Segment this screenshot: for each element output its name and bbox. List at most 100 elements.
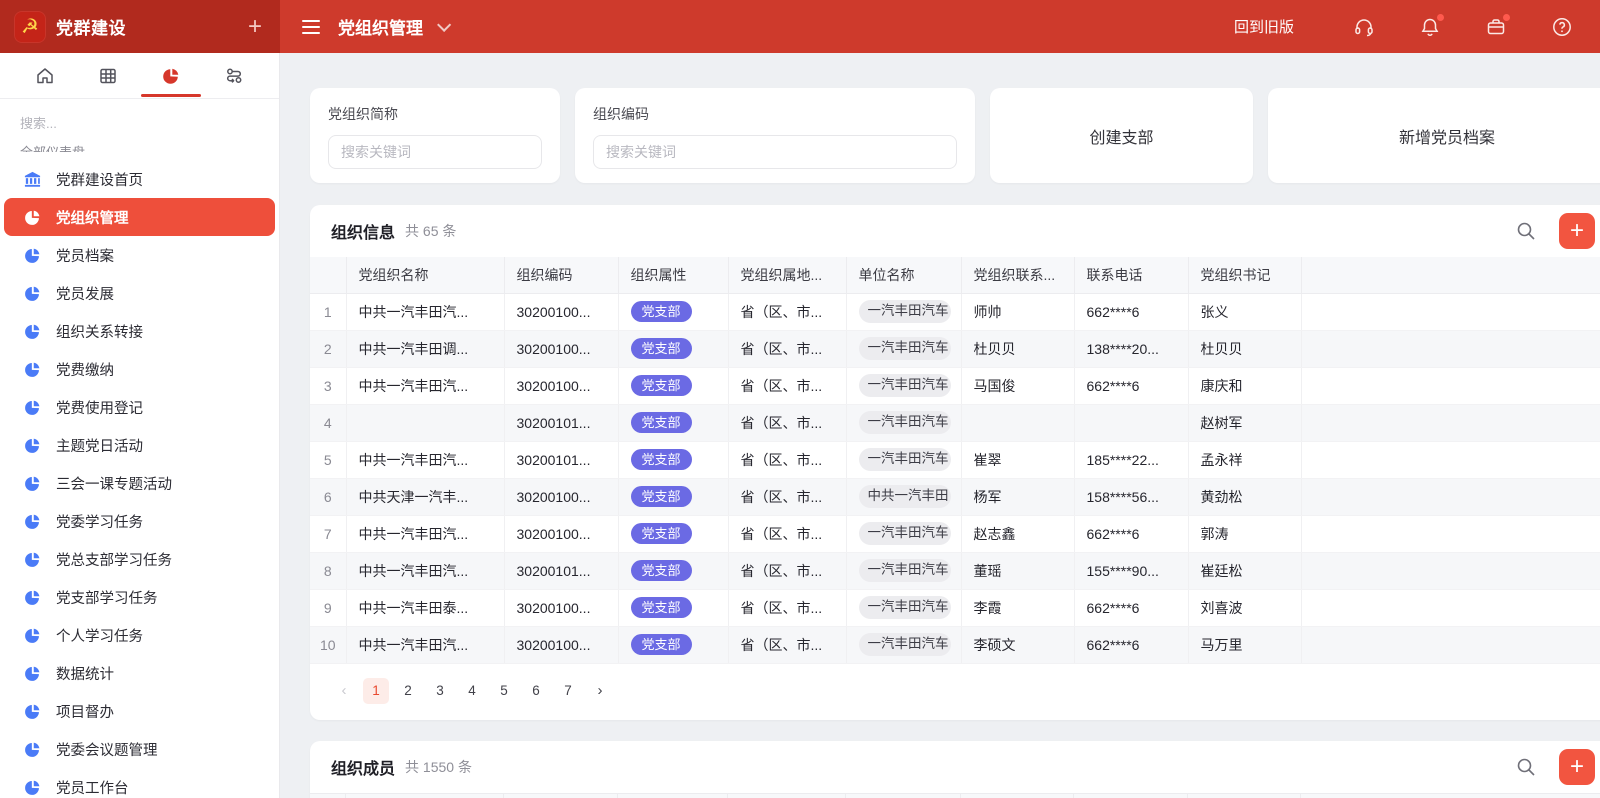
sidebar-item[interactable]: 党员档案 [4,236,275,274]
add-member-archive-button[interactable]: 新增党员档案 [1268,88,1600,183]
page-button[interactable]: 5 [491,678,517,704]
cell-org-region: 省（区、市... [728,478,846,515]
column-header-partial [961,794,1074,798]
table-row[interactable]: 7 中共一汽丰田汽... 30200100... 党支部 省（区、市... 一汽… [310,515,1600,552]
page-button[interactable]: 6 [523,678,549,704]
add-tab-button[interactable]: + [248,15,262,39]
menu-icon[interactable] [302,20,320,34]
table-row[interactable]: 2 中共一汽丰田调... 30200100... 党支部 省（区、市... 一汽… [310,330,1600,367]
sidebar-item[interactable]: 党委学习任务 [4,502,275,540]
cell-org-name: 中共天津一汽丰... [346,478,504,515]
add-organization-button[interactable]: + [1559,213,1595,249]
attr-badge: 党支部 [631,301,692,322]
cell-secretary: 刘喜波 [1188,589,1301,626]
sidebar-section-label: 全部仪表盘 [0,136,279,152]
sidebar-item-label: 党费使用登记 [56,397,143,418]
support-button[interactable] [1352,15,1376,39]
table-row[interactable]: 3 中共一汽丰田汽... 30200100... 党支部 省（区、市... 一汽… [310,367,1600,404]
page-button[interactable]: 1 [363,678,389,704]
add-member-button[interactable]: + [1559,749,1595,785]
cell-org-name: 中共一汽丰田汽... [346,626,504,663]
sidebar-item[interactable]: 党支部学习任务 [4,578,275,616]
tab-dashboards[interactable] [141,56,201,96]
cell-org-region: 省（区、市... [728,293,846,330]
cell-empty [1301,330,1600,367]
org-info-table: 党组织名称组织编码组织属性党组织属地...单位名称党组织联系...联系电话党组织… [310,257,1600,664]
cell-secretary: 郭涛 [1188,515,1301,552]
filter-search-input[interactable] [328,135,542,169]
cell-row-number: 7 [310,515,346,552]
table-row[interactable]: 5 中共一汽丰田汽... 30200101... 党支部 省（区、市... 一汽… [310,441,1600,478]
page-button[interactable]: 7 [555,678,581,704]
cell-empty [1301,404,1600,441]
sidebar-item[interactable]: 党费使用登记 [4,388,275,426]
sidebar-item[interactable]: 党员发展 [4,274,275,312]
pie-icon [22,321,42,341]
pie-icon [22,663,42,683]
tab-tables[interactable] [78,56,138,96]
notifications-button[interactable] [1418,15,1442,39]
sidebar-item[interactable]: 数据统计 [4,654,275,692]
table-row[interactable]: 10 中共一汽丰田汽... 30200100... 党支部 省（区、市... 一… [310,626,1600,663]
search-icon[interactable] [1515,756,1537,778]
cell-empty [1301,552,1600,589]
unit-tag: 中共一汽丰田 [859,485,951,508]
cell-org-code: 30200100... [504,293,618,330]
help-button[interactable] [1550,15,1574,39]
attr-badge: 党支部 [631,597,692,618]
table-row[interactable]: 6 中共天津一汽丰... 30200100... 党支部 省（区、市... 中共… [310,478,1600,515]
column-header: 党组织书记 [1188,257,1301,293]
prev-page-button[interactable]: ‹ [331,678,357,704]
sidebar-item[interactable]: 项目督办 [4,692,275,730]
home-icon [35,66,55,86]
cell-org-name: 中共一汽丰田汽... [346,367,504,404]
cell-unit-name: 一汽丰田汽车 [846,552,961,589]
page-button[interactable]: 4 [459,678,485,704]
pie-icon [22,549,42,569]
search-icon[interactable] [1515,220,1537,242]
cell-phone [1074,404,1188,441]
column-header-partial [846,794,961,798]
unit-tag: 一汽丰田汽车 [859,559,951,582]
sidebar-item[interactable]: 主题党日活动 [4,426,275,464]
org-members-count: 共 1550 条 [405,757,472,777]
table-row[interactable]: 8 中共一汽丰田汽... 30200101... 党支部 省（区、市... 一汽… [310,552,1600,589]
sidebar-item-label: 项目督办 [56,701,114,722]
sidebar-item[interactable]: 党员工作台 [4,768,275,798]
back-to-old-version-button[interactable]: 回到旧版 [1207,16,1294,37]
cell-org-attr: 党支部 [618,626,728,663]
cell-org-code: 30200100... [504,330,618,367]
filter-label: 党组织简称 [328,104,542,124]
tab-home[interactable] [15,56,75,96]
page-button[interactable]: 3 [427,678,453,704]
table-row[interactable]: 1 中共一汽丰田汽... 30200100... 党支部 省（区、市... 一汽… [310,293,1600,330]
cell-org-attr: 党支部 [618,367,728,404]
sidebar-item[interactable]: 党群建设首页 [4,160,275,198]
filter-card: 党组织简称 [310,88,560,183]
page-button[interactable]: 2 [395,678,421,704]
table-row[interactable]: 4 30200101... 党支部 省（区、市... 一汽丰田汽车 赵树军 [310,404,1600,441]
page-title[interactable]: 党组织管理 [338,14,423,39]
tab-workflows[interactable] [204,56,264,96]
cell-unit-name: 一汽丰田汽车 [846,441,961,478]
chevron-down-icon[interactable] [437,17,451,31]
members-table-header-partial [310,793,1600,798]
sidebar-item[interactable]: 党组织管理 [4,198,275,236]
cell-empty [1301,478,1600,515]
sidebar-item[interactable]: 三会一课专题活动 [4,464,275,502]
sidebar-item[interactable]: 组织关系转接 [4,312,275,350]
workspace-button[interactable] [1484,15,1508,39]
next-page-button[interactable]: › [587,678,613,704]
filter-search-input[interactable] [593,135,957,169]
attr-badge: 党支部 [631,412,692,433]
cell-unit-name: 一汽丰田汽车 [846,293,961,330]
table-row[interactable]: 9 中共一汽丰田泰... 30200100... 党支部 省（区、市... 一汽… [310,589,1600,626]
create-branch-button[interactable]: 创建支部 [990,88,1253,183]
sidebar-item[interactable]: 党委会议题管理 [4,730,275,768]
sidebar-item[interactable]: 党费缴纳 [4,350,275,388]
sidebar-search-input[interactable]: 搜索... [0,99,279,136]
pie-icon [22,207,42,227]
sidebar-item[interactable]: 党总支部学习任务 [4,540,275,578]
pie-icon [22,283,42,303]
sidebar-item[interactable]: 个人学习任务 [4,616,275,654]
